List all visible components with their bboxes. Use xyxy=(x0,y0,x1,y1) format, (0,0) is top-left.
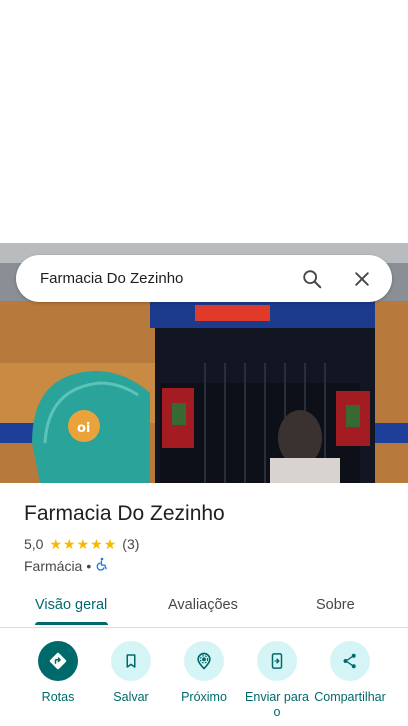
star-icon: ★ xyxy=(90,536,103,552)
share-icon[interactable] xyxy=(330,641,370,681)
share-button[interactable]: Compartilhar xyxy=(310,641,390,705)
nearby-icon[interactable] xyxy=(184,641,224,681)
bookmark-icon[interactable] xyxy=(111,641,151,681)
directions-button[interactable]: Rotas xyxy=(18,641,98,705)
search-input[interactable]: Farmacia Do Zezinho xyxy=(40,270,294,287)
rating-value: 5,0 xyxy=(24,536,44,552)
action-buttons: Rotas Salvar Próximo Enviar para o Compa… xyxy=(0,641,408,726)
star-icon: ★ xyxy=(49,536,63,552)
close-icon[interactable] xyxy=(344,261,380,297)
send-to-phone-icon[interactable] xyxy=(257,641,297,681)
share-label: Compartilhar xyxy=(314,690,386,704)
save-label: Salvar xyxy=(113,690,149,704)
place-title: Farmacia Do Zezinho xyxy=(24,502,225,525)
save-button[interactable]: Salvar xyxy=(91,641,171,705)
tab-overview[interactable]: Visão geral xyxy=(35,597,107,613)
phone-booth-logo: oi xyxy=(77,421,90,436)
search-bar[interactable]: Farmacia Do Zezinho xyxy=(16,255,392,302)
active-tab-indicator xyxy=(35,622,108,625)
star-icon: ★ xyxy=(63,536,76,552)
star-rating: ★ ★ ★ ★ ★ xyxy=(49,537,116,551)
review-count: (3) xyxy=(122,536,140,552)
rating-row[interactable]: 5,0 ★ ★ ★ ★ ★ (3) xyxy=(24,536,139,552)
tab-reviews[interactable]: Avaliações xyxy=(168,597,238,613)
directions-label: Rotas xyxy=(41,690,75,704)
send-to-phone-button[interactable]: Enviar para o xyxy=(237,641,317,720)
nearby-button[interactable]: Próximo xyxy=(164,641,244,705)
search-icon[interactable] xyxy=(294,261,330,297)
send-to-phone-label: Enviar para o xyxy=(245,690,309,719)
separator: • xyxy=(86,557,92,574)
tab-about[interactable]: Sobre xyxy=(316,597,355,613)
place-details-panel: Farmacia Do Zezinho 5,0 ★ ★ ★ ★ ★ (3) Fa… xyxy=(0,483,408,726)
wheelchair-accessible-icon xyxy=(95,557,109,574)
category-row: Farmácia • xyxy=(24,557,109,574)
directions-icon[interactable] xyxy=(38,641,78,681)
star-icon: ★ xyxy=(103,536,117,552)
nearby-label: Próximo xyxy=(181,690,227,704)
star-icon: ★ xyxy=(76,536,90,552)
place-category: Farmácia xyxy=(24,557,83,574)
map-area xyxy=(0,0,408,243)
